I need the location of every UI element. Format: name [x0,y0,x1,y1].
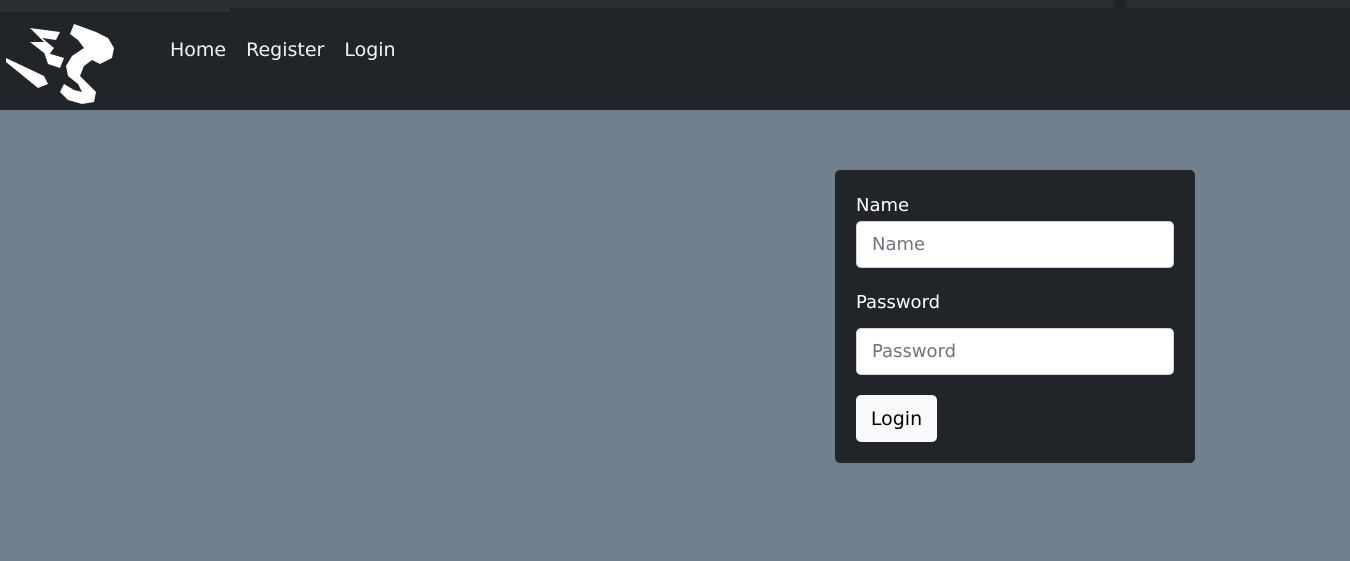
login-button[interactable]: Login [856,395,937,442]
password-input[interactable] [856,328,1174,375]
login-form-card: Name Password Login [835,170,1195,463]
navbar: Home Register Login [0,14,1350,110]
browser-toolbar[interactable] [1126,0,1350,8]
nav-link-register[interactable]: Register [246,38,324,62]
name-input[interactable] [856,221,1174,268]
nav-link-login[interactable]: Login [344,38,395,62]
browser-tab[interactable] [0,0,230,12]
browser-tab-strip [0,0,1350,14]
nav-link-home[interactable]: Home [170,38,226,62]
password-label: Password [856,292,941,313]
name-label: Name [856,195,910,216]
dragon-logo-icon[interactable] [4,18,116,106]
nav-links: Home Register Login [170,38,416,62]
browser-address-bar[interactable] [230,0,1114,8]
